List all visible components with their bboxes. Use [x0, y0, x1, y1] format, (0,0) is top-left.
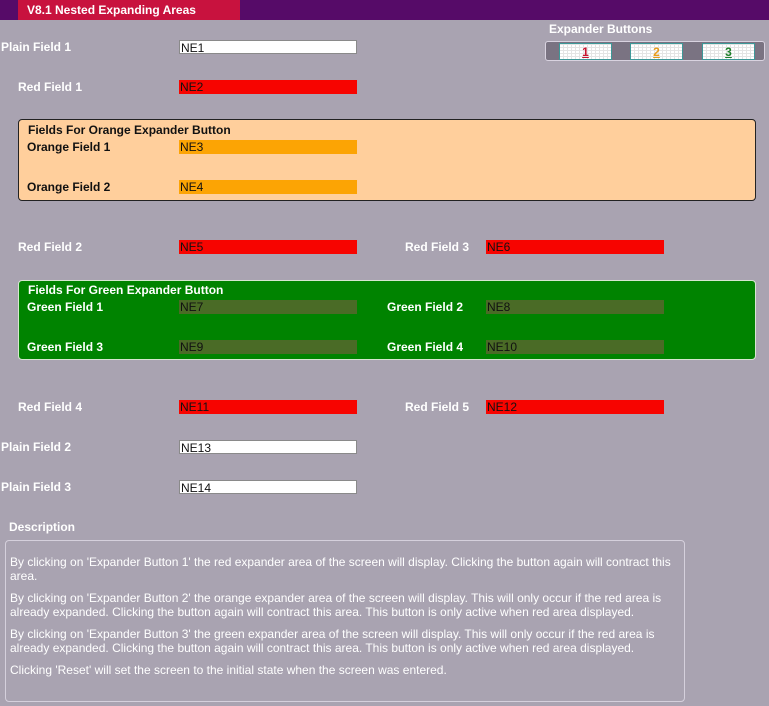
description-paragraph-3: By clicking on 'Expander Button 3' the g…: [10, 627, 655, 655]
description-paragraph-1: By clicking on 'Expander Button 1' the r…: [10, 555, 671, 583]
green-area-title: Fields For Green Expander Button: [28, 283, 224, 297]
orange-field-2-input[interactable]: NE4: [179, 180, 357, 194]
green-field-1-label: Green Field 1: [27, 300, 104, 314]
plain-field-1-label: Plain Field 1: [1, 40, 72, 54]
orange-field-1-label: Orange Field 1: [27, 140, 111, 154]
orange-area-title: Fields For Orange Expander Button: [28, 123, 231, 137]
orange-field-1-input[interactable]: NE3: [179, 140, 357, 154]
red-field-4-label: Red Field 4: [18, 400, 83, 414]
green-field-3-label: Green Field 3: [27, 340, 104, 354]
expander-button-1[interactable]: 1: [559, 43, 612, 60]
red-field-5-input[interactable]: NE12: [486, 400, 664, 414]
description-title: Description: [9, 520, 76, 534]
green-field-3-input[interactable]: NE9: [179, 340, 357, 354]
red-field-3-label: Red Field 3: [405, 240, 470, 254]
red-field-2-label: Red Field 2: [18, 240, 83, 254]
description-paragraph-4: Clicking 'Reset' will set the screen to …: [10, 663, 447, 677]
green-field-2-input[interactable]: NE8: [486, 300, 664, 314]
green-field-1-input[interactable]: NE7: [179, 300, 357, 314]
plain-field-2-input[interactable]: NE13: [179, 440, 357, 454]
red-field-2-input[interactable]: NE5: [179, 240, 357, 254]
expander-button-3[interactable]: 3: [702, 43, 755, 60]
expander-button-2[interactable]: 2: [630, 43, 683, 60]
red-field-5-label: Red Field 5: [405, 400, 470, 414]
red-field-1-input[interactable]: NE2: [179, 80, 357, 94]
green-field-2-label: Green Field 2: [387, 300, 464, 314]
expander-buttons-group: 1 2 3: [545, 41, 765, 61]
orange-field-2-label: Orange Field 2: [27, 180, 111, 194]
red-field-3-input[interactable]: NE6: [486, 240, 664, 254]
screen-tab[interactable]: V8.1 Nested Expanding Areas: [18, 0, 240, 20]
green-field-4-label: Green Field 4: [387, 340, 464, 354]
plain-field-3-label: Plain Field 3: [1, 480, 72, 494]
green-field-4-input[interactable]: NE10: [486, 340, 664, 354]
plain-field-1-input[interactable]: NE1: [179, 40, 357, 54]
description-paragraph-2: By clicking on 'Expander Button 2' the o…: [10, 591, 662, 619]
red-field-4-input[interactable]: NE11: [179, 400, 357, 414]
description-panel: By clicking on 'Expander Button 1' the r…: [5, 540, 685, 702]
expander-buttons-title: Expander Buttons: [549, 22, 653, 36]
red-field-1-label: Red Field 1: [18, 80, 83, 94]
plain-field-2-label: Plain Field 2: [1, 440, 72, 454]
plain-field-3-input[interactable]: NE14: [179, 480, 357, 494]
